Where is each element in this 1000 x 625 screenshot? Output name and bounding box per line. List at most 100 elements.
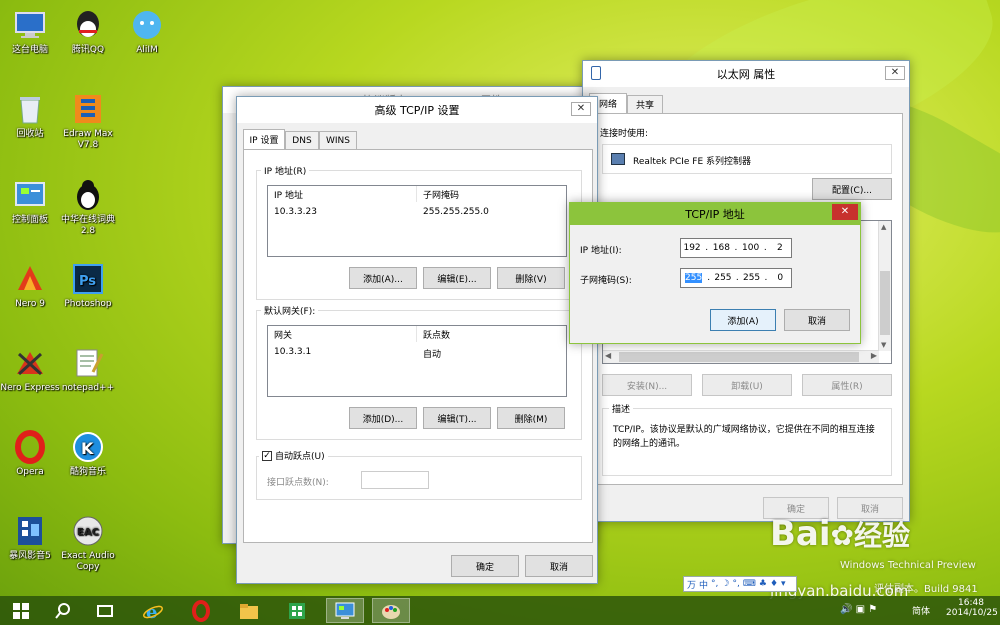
subnet-mask-input[interactable]: 255. 255. 255. 0: [680, 268, 792, 288]
computer-icon: [13, 8, 47, 42]
desktop-icon-eac[interactable]: EAC Exact Audio Copy: [58, 514, 118, 573]
tab-dns[interactable]: DNS: [285, 131, 319, 149]
close-button[interactable]: ✕: [571, 102, 591, 116]
ime-chinese[interactable]: 中: [699, 578, 708, 591]
language-indicator[interactable]: 简体: [912, 604, 930, 617]
gateway-add-button[interactable]: 添加(D)...: [349, 407, 417, 429]
tab-ip-settings[interactable]: IP 设置: [243, 129, 285, 149]
taskbar-ie[interactable]: e: [134, 598, 172, 623]
desktop-icon-notepadpp[interactable]: notepad++: [58, 346, 118, 394]
metric-group: ✓ 自动跃点(U) 接口跃点数(N):: [256, 449, 582, 500]
configure-button[interactable]: 配置(C)...: [812, 178, 892, 200]
nero-icon: [13, 262, 47, 296]
volume-icon[interactable]: 🔊: [840, 604, 852, 615]
desktop-icon-photoshop[interactable]: Ps Photoshop: [58, 262, 118, 310]
connect-using-label: 连接时使用:: [600, 129, 649, 139]
ime-punct[interactable]: °,: [711, 579, 718, 589]
scrollbar-thumb[interactable]: [880, 271, 890, 335]
desktop-icon-recycle-bin[interactable]: 回收站: [0, 92, 60, 140]
desktop-icon-control-panel[interactable]: 控制面板: [0, 178, 60, 226]
desktop-icon-kugou[interactable]: K 酷狗音乐: [58, 430, 118, 478]
desktop-icon-nero9[interactable]: Nero 9: [0, 262, 60, 310]
gateway-list[interactable]: 网关 跃点数 10.3.3.1 自动: [267, 325, 567, 397]
properties-button[interactable]: 属性(R): [802, 374, 892, 396]
uninstall-button[interactable]: 卸载(U): [702, 374, 792, 396]
scrollbar-thumb[interactable]: [619, 352, 859, 362]
desktop-icon-baofeng[interactable]: 暴风影音5: [0, 514, 60, 562]
clock[interactable]: 16:48 2014/10/25: [946, 598, 998, 618]
desktop-icon-edraw[interactable]: Edraw Max V7.8: [58, 92, 118, 151]
ip-add-button[interactable]: 添加(A)...: [349, 267, 417, 289]
vertical-scrollbar[interactable]: ▲ ▼: [878, 221, 891, 351]
mask-octet: 255: [742, 273, 761, 283]
ip-edit-button[interactable]: 编辑(E)...: [423, 267, 491, 289]
column-header-mask[interactable]: 子网掩码: [423, 188, 459, 201]
ip-label: IP 地址(I):: [580, 246, 622, 256]
network-icon[interactable]: ▣: [856, 604, 865, 615]
close-button[interactable]: ✕: [885, 66, 905, 80]
interface-metric-input[interactable]: [361, 471, 429, 489]
taskbar-opera[interactable]: [182, 598, 220, 623]
gateway-delete-button[interactable]: 删除(M): [497, 407, 565, 429]
notepadpp-icon: [71, 346, 105, 380]
close-button[interactable]: ✕: [832, 204, 858, 220]
ip-address-group: IP 地址(R) IP 地址 子网掩码 10.3.3.23 255.255.25…: [256, 164, 582, 300]
keyboard-icon[interactable]: ⌨: [743, 579, 756, 589]
cancel-button[interactable]: 取消: [525, 555, 593, 577]
task-view-button[interactable]: [86, 598, 124, 623]
ok-button[interactable]: 确定: [451, 555, 519, 577]
install-button[interactable]: 安装(N)...: [602, 374, 692, 396]
network-card-icon: [611, 153, 625, 165]
column-header-gateway[interactable]: 网关: [274, 328, 292, 341]
desktop-icon-dictionary[interactable]: 中华在线词典2.8: [58, 178, 118, 237]
tray-icons[interactable]: 🔊 ▣ ⚑: [840, 604, 877, 615]
ime-toolbar[interactable]: 万 中 °, ☽ °, ⌨ ♣ ♦ ▾: [683, 576, 797, 592]
desktop-icon-opera[interactable]: Opera: [0, 430, 60, 478]
flag-icon[interactable]: ⚑: [868, 604, 877, 615]
task-view-icon: [97, 604, 113, 617]
ip-delete-button[interactable]: 删除(V): [497, 267, 565, 289]
ime-punct2[interactable]: °,: [732, 579, 739, 589]
dialog-title: TCP/IP 地址: [685, 208, 745, 221]
column-header-metric[interactable]: 跃点数: [423, 328, 450, 341]
taskbar-explorer[interactable]: [230, 598, 268, 623]
scroll-left-icon[interactable]: ◀: [605, 351, 611, 360]
cell-ip: 10.3.3.23: [274, 207, 317, 217]
tab-sharing[interactable]: 共享: [627, 95, 663, 113]
tools-icon[interactable]: ♦: [770, 579, 778, 589]
table-row[interactable]: 10.3.3.23 255.255.255.0: [268, 206, 566, 220]
horizontal-scrollbar[interactable]: ◀ ▶: [603, 350, 879, 363]
tab-wins[interactable]: WINS: [319, 131, 357, 149]
window-title: 以太网 属性: [716, 68, 776, 81]
ip-octet: 192: [683, 243, 701, 253]
ip-address-input[interactable]: 192. 168. 100. 2: [680, 238, 792, 258]
store-icon: [289, 602, 305, 619]
desktop-icon-qq[interactable]: 腾讯QQ: [58, 8, 118, 56]
ime-mode[interactable]: 万: [687, 578, 696, 591]
search-button[interactable]: [44, 598, 82, 623]
add-button[interactable]: 添加(A): [710, 309, 776, 331]
ip-address-list[interactable]: IP 地址 子网掩码 10.3.3.23 255.255.255.0: [267, 185, 567, 257]
cell-gateway: 10.3.3.1: [274, 347, 312, 357]
desktop-icon-this-pc[interactable]: 这台电脑: [0, 8, 60, 56]
opera-icon: [192, 599, 210, 622]
moon-icon[interactable]: ☽: [721, 579, 729, 589]
taskbar-store[interactable]: [278, 598, 316, 623]
auto-metric-checkbox[interactable]: ✓ 自动跃点(U): [259, 449, 328, 462]
scroll-right-icon[interactable]: ▶: [871, 351, 877, 360]
column-header-ip[interactable]: IP 地址: [274, 188, 303, 201]
scroll-down-icon[interactable]: ▼: [881, 341, 886, 349]
taskbar-control-panel[interactable]: [326, 598, 364, 623]
gateway-edit-button[interactable]: 编辑(T)...: [423, 407, 491, 429]
cell-metric: 自动: [423, 350, 442, 360]
desktop-icon-nero-express[interactable]: Nero Express: [0, 346, 60, 394]
dictionary-icon: [71, 178, 105, 212]
scroll-up-icon[interactable]: ▲: [881, 223, 886, 231]
cancel-button[interactable]: 取消: [784, 309, 850, 331]
chevron-down-icon[interactable]: ▾: [781, 579, 786, 589]
start-button[interactable]: [2, 598, 40, 623]
skin-icon[interactable]: ♣: [759, 579, 767, 589]
table-row[interactable]: 10.3.3.1 自动: [268, 346, 566, 360]
taskbar-paint[interactable]: [372, 598, 410, 623]
desktop-icon-aliim[interactable]: AliIM: [117, 8, 177, 56]
